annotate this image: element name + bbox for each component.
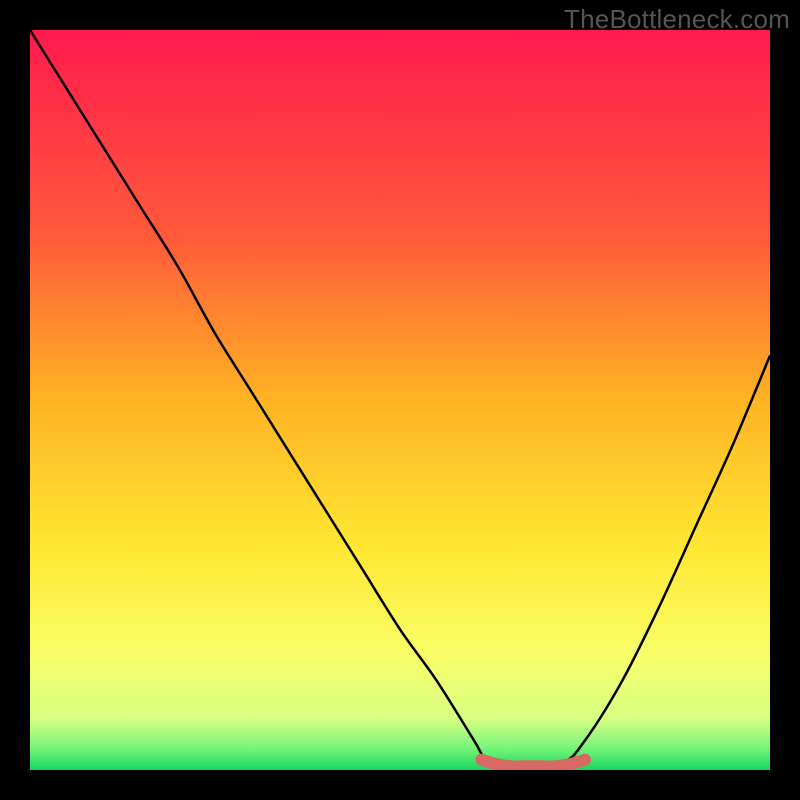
- chart-frame: TheBottleneck.com: [0, 0, 800, 800]
- bottleneck-chart: [30, 30, 770, 770]
- gradient-background: [30, 30, 770, 770]
- optimal-range-marker: [481, 760, 585, 767]
- plot-area: [30, 30, 770, 770]
